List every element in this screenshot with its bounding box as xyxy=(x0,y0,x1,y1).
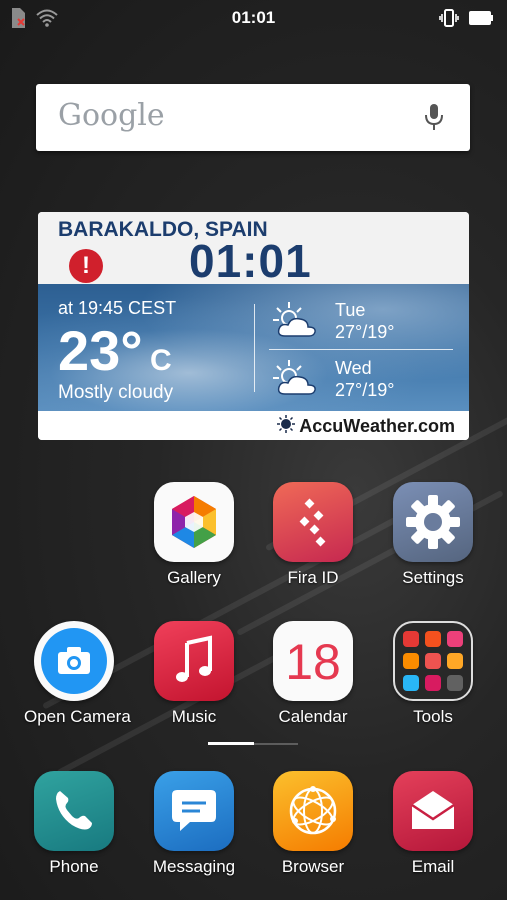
weather-condition: Mostly cloudy xyxy=(58,382,174,403)
forecast-day: Wed 27°/19° xyxy=(271,358,461,402)
app-fira-id[interactable]: Fira ID xyxy=(263,482,363,588)
app-label: Phone xyxy=(49,857,99,876)
google-logo: Google xyxy=(58,98,165,133)
page-indicator-active xyxy=(208,742,254,745)
dock-email[interactable]: Email xyxy=(383,771,483,877)
partly-cloudy-sun-icon xyxy=(271,358,319,403)
forecast-day-name: Tue xyxy=(335,300,366,320)
weather-divider xyxy=(254,304,255,392)
page-indicator[interactable] xyxy=(208,742,298,745)
app-label: Fira ID xyxy=(287,568,339,587)
app-label: Music xyxy=(171,707,217,726)
envelope-icon xyxy=(393,771,473,851)
camera-icon xyxy=(34,621,114,701)
alert-icon[interactable]: ! xyxy=(69,249,103,283)
browser-globe-icon xyxy=(273,771,353,851)
app-calendar[interactable]: 18 Calendar xyxy=(263,621,363,727)
weather-current: at 19:45 CEST 23° C Mostly cloudy Tue 27… xyxy=(38,284,469,411)
forecast-temps: 27°/19° xyxy=(335,322,395,342)
partly-cloudy-sun-icon xyxy=(271,300,319,345)
weather-footer: AccuWeather.com xyxy=(38,411,469,440)
calendar-date: 18 xyxy=(285,634,341,690)
microphone-icon[interactable] xyxy=(424,102,444,137)
forecast-divider xyxy=(269,349,453,350)
music-note-icon xyxy=(154,621,234,701)
app-settings[interactable]: Settings xyxy=(383,482,483,588)
gallery-icon xyxy=(154,482,234,562)
app-open-camera[interactable]: Open Camera xyxy=(24,621,131,727)
app-label: Tools xyxy=(413,707,453,726)
dock-browser[interactable]: Browser xyxy=(263,771,363,877)
dock-phone[interactable]: Phone xyxy=(24,771,124,877)
forecast-day-name: Wed xyxy=(335,358,372,378)
app-label: Browser xyxy=(281,857,345,876)
accuweather-brand[interactable]: AccuWeather.com xyxy=(277,415,455,438)
app-label: Messaging xyxy=(152,857,236,876)
message-bubble-icon xyxy=(154,771,234,851)
calendar-icon: 18 xyxy=(273,621,353,701)
temperature-unit: C xyxy=(150,344,172,377)
app-folder-tools[interactable]: Tools xyxy=(383,621,483,727)
app-label: Open Camera xyxy=(24,707,131,726)
weather-header: BARAKALDO, SPAIN ! 01:01 xyxy=(38,212,469,287)
app-label: Email xyxy=(411,857,455,876)
accuweather-sun-icon xyxy=(277,415,296,438)
app-gallery[interactable]: Gallery xyxy=(144,482,244,588)
settings-gear-icon xyxy=(393,482,473,562)
forecast-temps: 27°/19° xyxy=(335,380,395,400)
app-label: Gallery xyxy=(167,568,221,587)
google-search-bar[interactable]: Google xyxy=(36,84,470,151)
forecast-day: Tue 27°/19° xyxy=(271,300,461,344)
current-temperature: 23° xyxy=(58,319,143,382)
app-music[interactable]: Music xyxy=(144,621,244,727)
vibrate-icon xyxy=(439,9,459,32)
app-label: Calendar xyxy=(278,707,348,726)
battery-icon xyxy=(469,11,493,30)
phone-icon xyxy=(34,771,114,851)
accuweather-widget[interactable]: BARAKALDO, SPAIN ! 01:01 at 19:45 CEST 2… xyxy=(38,212,469,440)
fira-id-icon xyxy=(273,482,353,562)
folder-icon xyxy=(393,621,473,701)
app-label: Settings xyxy=(402,568,464,587)
status-bar: 01:01 xyxy=(0,0,507,36)
dock-messaging[interactable]: Messaging xyxy=(144,771,244,877)
widget-clock: 01:01 xyxy=(189,235,312,287)
brand-label: AccuWeather.com xyxy=(299,416,455,436)
status-time: 01:01 xyxy=(231,8,276,27)
observation-time: at 19:45 CEST xyxy=(58,298,177,318)
